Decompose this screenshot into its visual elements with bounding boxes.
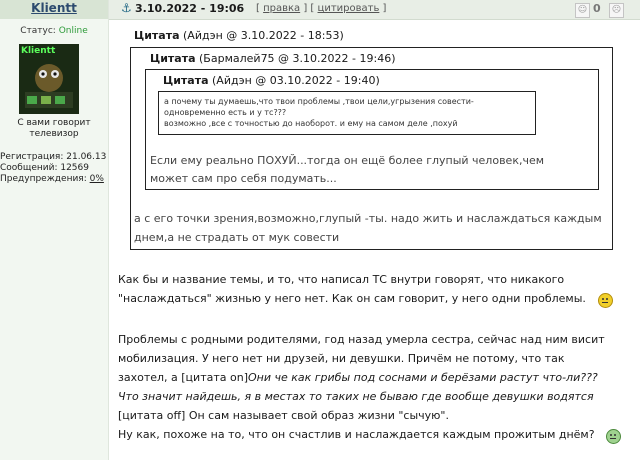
rate-icon[interactable]: ☺ [575, 3, 590, 18]
avatar[interactable]: Klientt [19, 44, 79, 114]
quote-header-3: Цитата (Айдэн @ 03.10.2022 - 19:40) [163, 74, 380, 87]
quote3-line: а почему ты думаешь,что твои проблемы ,т… [164, 97, 474, 106]
quote2-line: может сам про себя подумать... [150, 172, 337, 185]
user-title-line: С вами говорит [17, 118, 91, 128]
stat-warnings: Предупреждения: 0% [0, 174, 104, 184]
rate-down-icon[interactable]: ☹ [609, 3, 624, 18]
post-date: 3.10.2022 - 19:06 [135, 2, 245, 15]
user-status: Статус: Online [0, 26, 108, 36]
status-label: Статус: [20, 26, 56, 36]
post-text-line: Ну как, похоже на то, что он счастлив и … [118, 428, 595, 441]
post-text-line: Проблемы с родными родителями, год назад… [118, 333, 605, 346]
post-text-line: [цитата off] Он сам называет свой образ … [118, 409, 449, 422]
edit-link[interactable]: правка [263, 3, 300, 14]
quote2-line: Если ему реально ПОХУЙ...тогда он ещё бо… [150, 154, 545, 167]
avatar-caption: Klientt [21, 46, 56, 56]
smiley-icon [606, 429, 621, 444]
rating-count: 0 [593, 2, 601, 15]
quote-header-1: Цитата (Айдэн @ 3.10.2022 - 18:53) [134, 29, 344, 42]
user-info-panel: Klientt Статус: Online Klientt С вами го… [0, 0, 109, 460]
quote-header-2: Цитата (Бармалей75 @ 3.10.2022 - 19:46) [150, 52, 396, 65]
post-text-line: мобилизация. У него нет ни друзей, ни де… [118, 352, 565, 365]
quote-link[interactable]: цитировать [318, 3, 380, 14]
quote3-line: возможно ,все с точностью до наоборот. и… [164, 119, 458, 128]
post-actions: [ правка ] [ цитировать ] [256, 3, 387, 14]
username-cell: Klientt [0, 0, 108, 19]
user-stats: Регистрация: 21.06.13 Сообщений: 12569 П… [0, 152, 106, 185]
post-text-line: Что значит найдешь, я в местах то таких … [118, 390, 594, 403]
confused-smiley-icon [598, 293, 613, 308]
quote3-line: одновременно есть и у тс??? [164, 108, 287, 117]
post-header: ⚓ 3.10.2022 - 19:06 [ правка ] [ цитиров… [109, 0, 640, 20]
post-text-line: Как бы и название темы, и то, что написа… [118, 273, 565, 286]
username-link[interactable]: Klientt [0, 1, 108, 15]
quote1-line: а с его точки зрения,возможно,глупый -ты… [134, 212, 602, 225]
quote1-line: днем,а не страдать от мук совести [134, 231, 340, 244]
user-title-line: телевизор [29, 129, 79, 139]
anchor-icon[interactable]: ⚓ [121, 1, 132, 15]
stat-posts: Сообщений: 12569 [0, 163, 89, 173]
post-text-line: захотел, а [цитата on]Они че как грибы п… [118, 371, 598, 384]
status-online: Online [58, 26, 88, 36]
post-text-line: "наслаждаться" жизнью у него нет. Как он… [118, 292, 586, 305]
stat-registration: Регистрация: 21.06.13 [0, 152, 107, 162]
warnings-link[interactable]: 0% [90, 174, 104, 184]
user-title: С вами говорит телевизор [2, 118, 106, 140]
